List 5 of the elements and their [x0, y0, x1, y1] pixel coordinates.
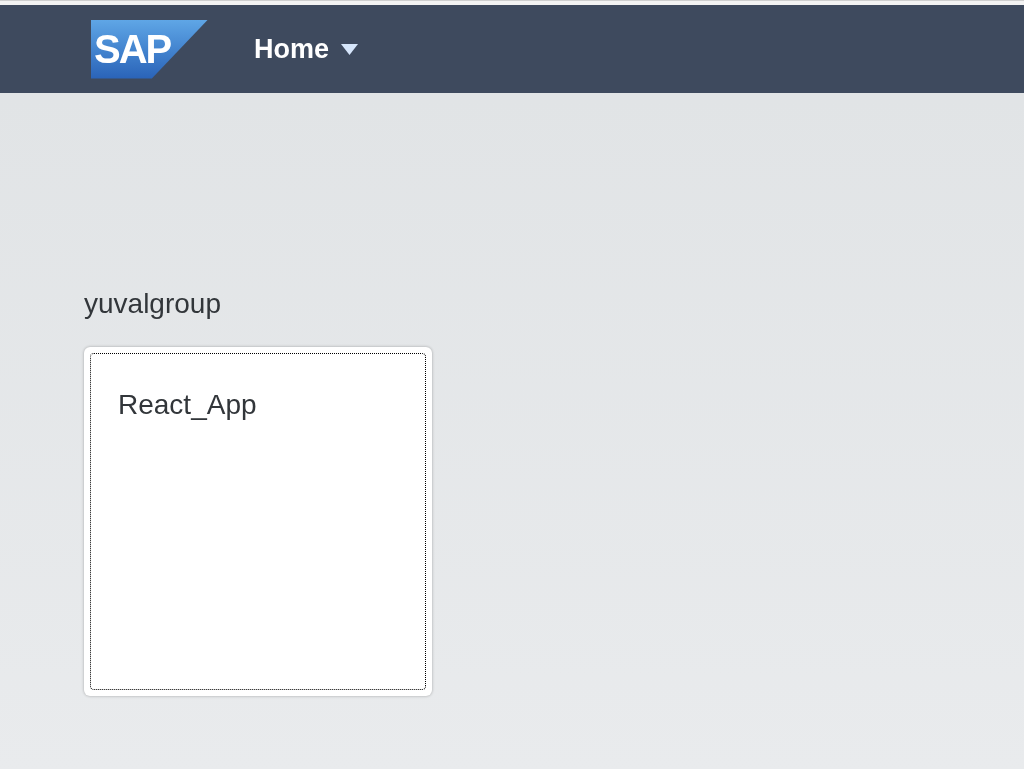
home-menu-button[interactable]: Home — [254, 28, 358, 70]
tile-title: React_App — [118, 389, 257, 420]
group-title: yuvalgroup — [84, 287, 222, 321]
app-tile[interactable]: React_App — [84, 347, 432, 696]
logo: SAP — [91, 19, 208, 79]
